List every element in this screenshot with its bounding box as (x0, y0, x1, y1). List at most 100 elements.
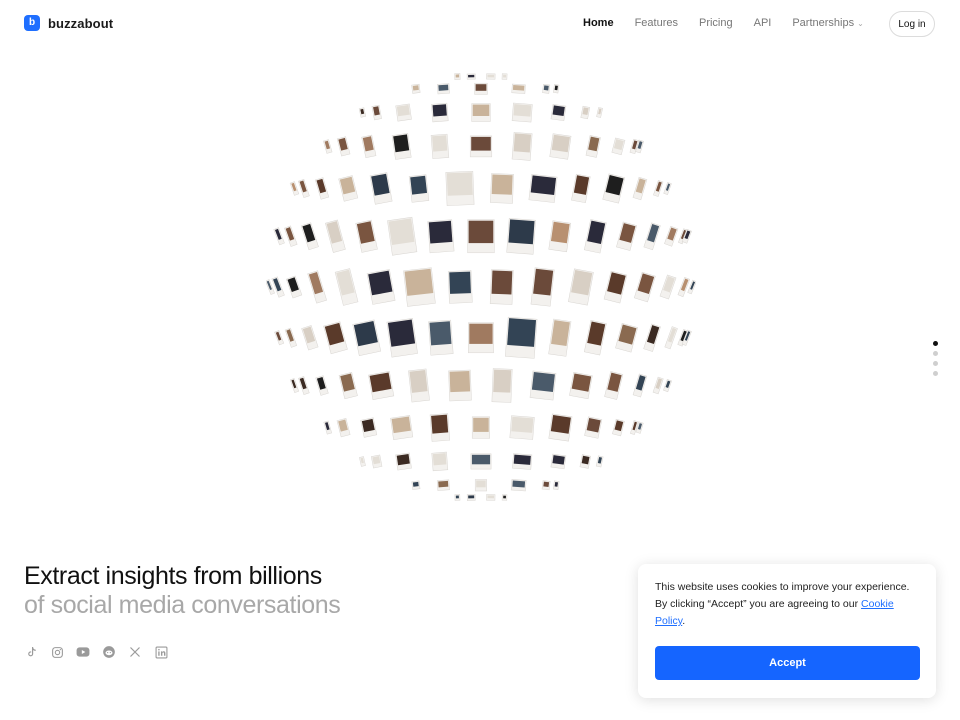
post-thumbnail (411, 83, 421, 94)
youtube-icon[interactable] (76, 645, 90, 659)
post-thumbnail (585, 135, 601, 158)
post-thumbnail (411, 480, 421, 490)
post-thumbnail (474, 479, 487, 492)
post-thumbnail (512, 453, 533, 470)
post-thumbnail (643, 222, 661, 251)
reddit-icon[interactable] (102, 645, 116, 659)
post-thumbnail (633, 271, 656, 303)
nav-api[interactable]: API (754, 17, 772, 29)
post-thumbnail (474, 82, 488, 95)
post-thumbnail (361, 134, 377, 159)
post-thumbnail (505, 316, 538, 359)
post-thumbnail (403, 267, 436, 307)
post-thumbnail (616, 221, 638, 251)
post-thumbnail (338, 371, 358, 400)
cookie-text-end: . (682, 615, 686, 627)
post-thumbnail (528, 173, 558, 203)
post-thumbnail (604, 371, 624, 400)
hero-globe (266, 72, 696, 502)
pagination-dot[interactable] (933, 341, 938, 346)
nav-pricing[interactable]: Pricing (699, 17, 733, 29)
post-thumbnail (390, 415, 414, 440)
post-thumbnail (323, 139, 333, 154)
post-thumbnail (611, 137, 626, 156)
post-thumbnail (549, 133, 572, 160)
instagram-icon[interactable] (50, 645, 64, 659)
post-thumbnail (615, 323, 639, 353)
post-thumbnail (408, 368, 430, 403)
post-thumbnail (371, 104, 382, 121)
post-thumbnail (653, 179, 664, 197)
post-thumbnail (307, 270, 327, 304)
accept-cookies-button[interactable]: Accept (655, 646, 920, 680)
post-thumbnail (571, 173, 591, 204)
post-thumbnail (315, 375, 329, 396)
post-thumbnail (336, 136, 351, 157)
post-thumbnail (323, 420, 333, 435)
post-thumbnail (471, 416, 490, 439)
post-thumbnail (677, 276, 691, 298)
tiktok-icon[interactable] (24, 645, 38, 659)
post-thumbnail (285, 275, 303, 299)
post-thumbnail (300, 222, 319, 251)
post-thumbnail (506, 218, 536, 255)
post-thumbnail (569, 371, 593, 400)
post-thumbnail (271, 276, 285, 298)
nav-home[interactable]: Home (583, 17, 614, 29)
x-icon[interactable] (128, 645, 142, 659)
post-thumbnail (632, 176, 648, 201)
post-thumbnail (387, 216, 418, 256)
post-thumbnail (486, 494, 496, 501)
post-thumbnail (355, 219, 378, 253)
post-thumbnail (663, 181, 672, 195)
post-thumbnail (284, 327, 298, 348)
post-thumbnail (664, 225, 679, 247)
post-thumbnail (437, 83, 450, 95)
post-thumbnail (448, 369, 472, 402)
post-thumbnail (548, 220, 572, 253)
post-thumbnail (490, 173, 514, 204)
post-thumbnail (568, 268, 594, 306)
chevron-down-icon: ⌄ (857, 19, 864, 28)
post-thumbnail (314, 177, 330, 200)
post-thumbnail (548, 318, 572, 357)
post-thumbnail (370, 454, 383, 469)
post-thumbnail (469, 135, 493, 158)
post-thumbnail (323, 321, 348, 355)
post-thumbnail (612, 418, 625, 437)
post-thumbnail (352, 319, 382, 356)
post-thumbnail (548, 413, 573, 442)
post-thumbnail (510, 479, 527, 492)
post-thumbnail (584, 416, 603, 439)
post-thumbnail (298, 376, 310, 395)
post-thumbnail (511, 83, 526, 94)
post-thumbnail (408, 174, 430, 203)
post-thumbnail (501, 494, 508, 501)
pagination-dot[interactable] (933, 361, 938, 366)
post-thumbnail (643, 323, 661, 352)
linkedin-icon[interactable] (154, 645, 168, 659)
post-thumbnail (501, 73, 508, 80)
post-thumbnail (663, 379, 672, 393)
post-thumbnail (491, 368, 513, 403)
nav-features[interactable]: Features (635, 17, 678, 29)
nav-partnerships[interactable]: Partnerships ⌄ (792, 17, 863, 29)
brand-logo[interactable]: b buzzabout (24, 15, 113, 31)
post-thumbnail (454, 73, 461, 80)
pagination-dot[interactable] (933, 371, 938, 376)
nav-partnerships-label: Partnerships (792, 17, 855, 29)
post-thumbnail (368, 370, 395, 400)
post-thumbnail (447, 270, 473, 304)
post-thumbnail (274, 330, 285, 346)
post-thumbnail (602, 173, 626, 204)
post-thumbnail (358, 107, 367, 118)
post-thumbnail (454, 494, 461, 501)
pagination-dot[interactable] (933, 351, 938, 356)
post-thumbnail (301, 325, 319, 351)
login-button[interactable]: Log in (889, 11, 935, 37)
post-thumbnail (436, 479, 450, 491)
post-thumbnail (509, 415, 535, 440)
hero-headline: Extract insights from billions of social… (24, 562, 341, 620)
post-thumbnail (431, 451, 449, 472)
post-thumbnail (529, 370, 557, 401)
